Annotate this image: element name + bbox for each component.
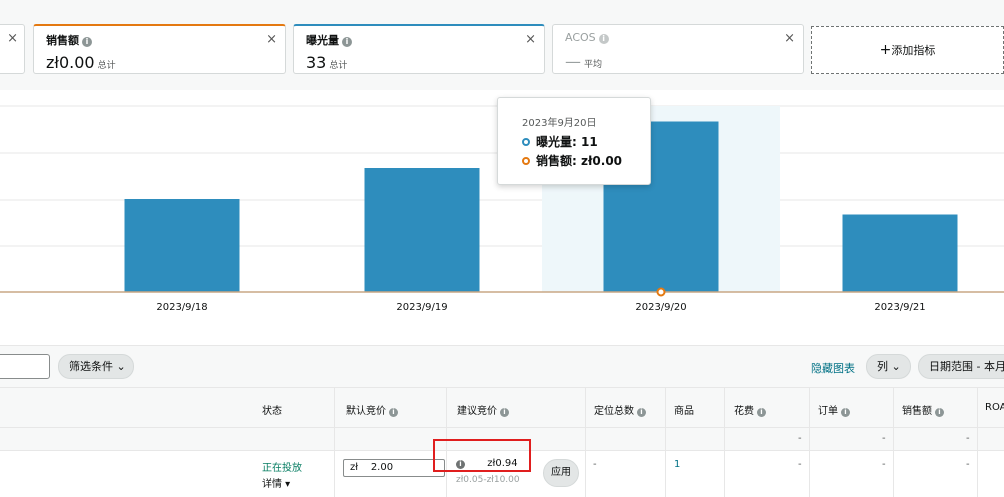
col-sales[interactable]: 销售额 i — [902, 402, 944, 417]
metric-card-acos[interactable]: ACOS i × — 平均 — [552, 24, 804, 74]
col-spend[interactable]: 花费 i — [734, 402, 766, 417]
bar — [364, 168, 480, 292]
metric-card-impressions[interactable]: 曝光量 i × 33 总计 — [293, 24, 545, 74]
table-toolbar: 筛选条件 ⌄ 隐藏图表 列 ⌄ 日期范围 - 本月 — [0, 345, 1004, 387]
col-status[interactable]: 状态 — [262, 402, 282, 417]
chevron-down-icon: ⌄ — [891, 360, 901, 373]
info-icon: i — [841, 408, 850, 417]
bar — [842, 214, 958, 292]
tick-label: 2023/9/18 — [156, 302, 207, 313]
info-icon[interactable]: i — [342, 37, 352, 47]
filter-button[interactable]: 筛选条件 ⌄ — [58, 354, 134, 379]
tooltip-row-sales: 销售额: zł0.00 — [522, 152, 622, 169]
metric-value: — 平均 — [565, 52, 603, 71]
col-suggested-bid[interactable]: 建议竞价 i — [457, 402, 509, 417]
series-marker-icon — [522, 138, 530, 146]
info-icon[interactable]: i — [598, 34, 609, 44]
metric-title: 曝光量 i — [306, 32, 352, 48]
tick-label: 2023/9/19 — [396, 302, 447, 313]
status-badge: 正在投放 — [262, 463, 302, 474]
metric-card-sales[interactable]: 销售额 i × zł0.00 总计 — [33, 24, 286, 74]
highlight-box — [433, 439, 531, 472]
summary-sales: - — [966, 433, 970, 444]
tick-label: 2023/9/21 — [874, 302, 925, 313]
summary-orders: - — [882, 433, 886, 444]
summary-spend: - — [798, 433, 802, 444]
col-default-bid[interactable]: 默认竞价 i — [346, 402, 398, 417]
targets-value: - — [593, 459, 597, 470]
suggested-bid-range: zł0.05-zł10.00 — [456, 475, 520, 485]
info-icon: i — [757, 408, 766, 417]
close-icon[interactable]: × — [525, 32, 536, 47]
metric-value: 33 总计 — [306, 53, 348, 72]
info-icon: i — [935, 408, 944, 417]
info-icon: i — [389, 408, 398, 417]
col-targets[interactable]: 定位总数 i — [594, 402, 646, 417]
metric-title: 销售额 i — [46, 32, 92, 48]
series-marker-icon — [522, 157, 530, 165]
tooltip-row-impressions: 曝光量: 11 — [522, 133, 598, 150]
metric-value: zł0.00 总计 — [46, 53, 116, 72]
columns-button[interactable]: 列 ⌄ — [866, 354, 911, 379]
products-link[interactable]: 1 — [674, 459, 680, 470]
details-dropdown[interactable]: 详情 ▾ — [262, 475, 290, 490]
chart-tooltip: 2023年9月20日 曝光量: 11 销售额: zł0.00 — [497, 97, 651, 185]
info-icon[interactable]: i — [82, 37, 92, 47]
apply-button[interactable]: 应用 — [543, 459, 579, 487]
data-point — [656, 287, 666, 297]
info-icon: i — [500, 408, 509, 417]
metric-card-partial[interactable]: × — [0, 24, 25, 74]
close-icon[interactable]: × — [266, 32, 277, 47]
plus-icon: + — [879, 42, 892, 58]
info-icon: i — [637, 408, 646, 417]
close-icon[interactable]: × — [784, 31, 795, 46]
col-roas[interactable]: ROA — [985, 402, 1004, 413]
add-metric-button[interactable]: +添加指标 — [811, 26, 1004, 74]
metric-cards: × 销售额 i × zł0.00 总计 曝光量 i × 33 总计 ACOS i × — 平… — [0, 0, 1004, 90]
close-icon[interactable]: × — [7, 31, 18, 46]
table-header: 状态 默认竞价 i 建议竞价 i 定位总数 i 商品 花费 i 订单 i 销售额 i ROA — [0, 387, 1004, 427]
date-range-button[interactable]: 日期范围 - 本月 — [918, 354, 1004, 379]
tooltip-date: 2023年9月20日 — [522, 118, 597, 129]
hide-chart-link[interactable]: 隐藏图表 — [811, 360, 855, 376]
metric-title: ACOS i — [565, 31, 609, 44]
bar — [124, 199, 240, 292]
tick-label: 2023/9/20 — [635, 302, 686, 313]
chevron-down-icon: ⌄ — [116, 360, 126, 373]
search-input[interactable] — [0, 354, 50, 379]
col-orders[interactable]: 订单 i — [818, 402, 850, 417]
spend-value: - — [798, 459, 802, 470]
sales-value: - — [966, 459, 970, 470]
col-products[interactable]: 商品 — [674, 402, 694, 417]
default-bid-input[interactable]: zł 2.00 — [343, 459, 445, 477]
orders-value: - — [882, 459, 886, 470]
